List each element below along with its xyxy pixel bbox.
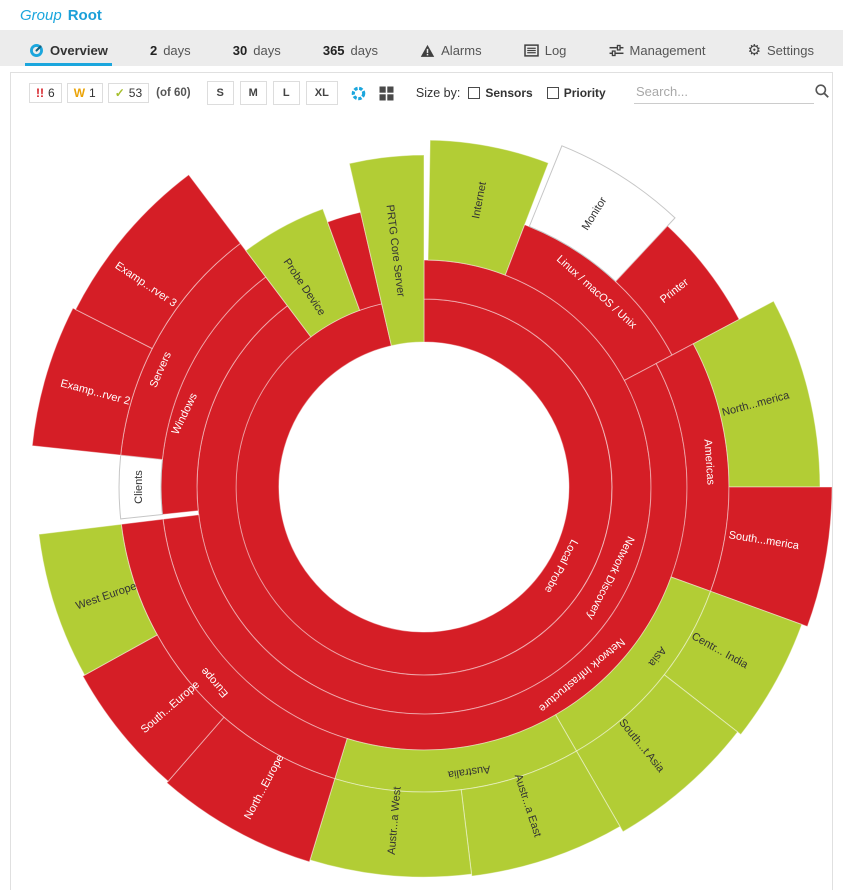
object-type-label: Group [20, 7, 62, 24]
status-ok-icon: ✓ [115, 86, 125, 100]
tab-365-days[interactable]: 365 days [319, 37, 382, 66]
search-icon[interactable] [814, 83, 830, 99]
search-box [634, 83, 814, 104]
status-count: 6 [48, 86, 55, 100]
status-badge-warning[interactable]: W1 [67, 83, 103, 103]
size-button-m[interactable]: M [240, 81, 267, 105]
status-badge-error[interactable]: !! 6 [29, 83, 62, 103]
tiles-view-icon [379, 86, 394, 101]
tab-label: Alarms [441, 43, 481, 58]
size-by-checkboxes: Sensors Priority [468, 86, 619, 100]
tab-settings[interactable]: ⚙ Settings [744, 37, 818, 66]
group-name[interactable]: Root [68, 7, 102, 24]
tab-label: days [253, 43, 280, 58]
status-badge-ok[interactable]: ✓ 53 [108, 83, 149, 103]
size-buttons: SMLXL [201, 81, 338, 105]
status-badges: !! 6 W1 ✓ 53 [29, 83, 154, 103]
sensor-total-label: (of 60) [156, 87, 191, 99]
gear-icon: ⚙ [748, 43, 761, 58]
tab-log[interactable]: Log [520, 37, 571, 66]
checkbox-priority[interactable]: Priority [547, 86, 606, 100]
tiles-view-button[interactable] [379, 86, 394, 101]
tab-number: 30 [233, 43, 247, 58]
checkbox-sensors-box[interactable] [468, 87, 480, 99]
tab-label: days [163, 43, 190, 58]
size-button-xl[interactable]: XL [306, 81, 338, 105]
tab-label: Overview [50, 43, 108, 58]
log-icon [524, 44, 539, 57]
size-button-l[interactable]: L [273, 81, 300, 105]
tab-30-days[interactable]: 30 days [229, 37, 285, 66]
tab-number: 2 [150, 43, 157, 58]
alarm-icon [420, 44, 435, 58]
status-error-icon: !! [36, 86, 44, 100]
sunburst-segment-local-probe[interactable] [236, 299, 612, 675]
checkbox-priority-box[interactable] [547, 87, 559, 99]
checkbox-priority-label: Priority [564, 86, 606, 100]
toolbar: !! 6 W1 ✓ 53 (of 60) SMLXL Size by: Sensors P… [11, 73, 832, 113]
tab-alarms[interactable]: Alarms [416, 37, 485, 66]
tab-overview[interactable]: Overview [25, 37, 112, 66]
status-warning-icon: W [74, 86, 85, 100]
checkbox-sensors-label: Sensors [485, 86, 532, 100]
tab-management[interactable]: Management [605, 37, 710, 66]
page-title: Group Root [0, 0, 843, 30]
tab-label: Settings [767, 43, 814, 58]
tab-label: Management [630, 43, 706, 58]
size-button-s[interactable]: S [207, 81, 234, 105]
sunburst-chart: Local ProbeNetwork DiscoveryInternetLinu… [11, 113, 832, 890]
gauge-icon [29, 43, 44, 58]
sunburst-label-clients: Clients [133, 470, 145, 504]
tab-label: Log [545, 43, 567, 58]
search-input[interactable] [634, 83, 814, 100]
tab-label: days [351, 43, 378, 58]
tab-number: 365 [323, 43, 345, 58]
tab-2-days[interactable]: 2 days [146, 37, 195, 66]
sunburst-view-button[interactable] [350, 85, 367, 102]
sunburst-svg: Local ProbeNetwork DiscoveryInternetLinu… [11, 113, 832, 890]
status-count: 1 [89, 86, 96, 100]
size-by-label: Size by: [416, 86, 460, 100]
management-icon [609, 44, 624, 57]
tab-bar: Overview 2 days 30 days 365 days Alarms Log Manag… [0, 30, 843, 66]
checkbox-sensors[interactable]: Sensors [468, 86, 532, 100]
sunburst-view-icon [350, 85, 367, 102]
content-panel: !! 6 W1 ✓ 53 (of 60) SMLXL Size by: Sensors P… [10, 72, 833, 890]
status-count: 53 [129, 86, 142, 100]
